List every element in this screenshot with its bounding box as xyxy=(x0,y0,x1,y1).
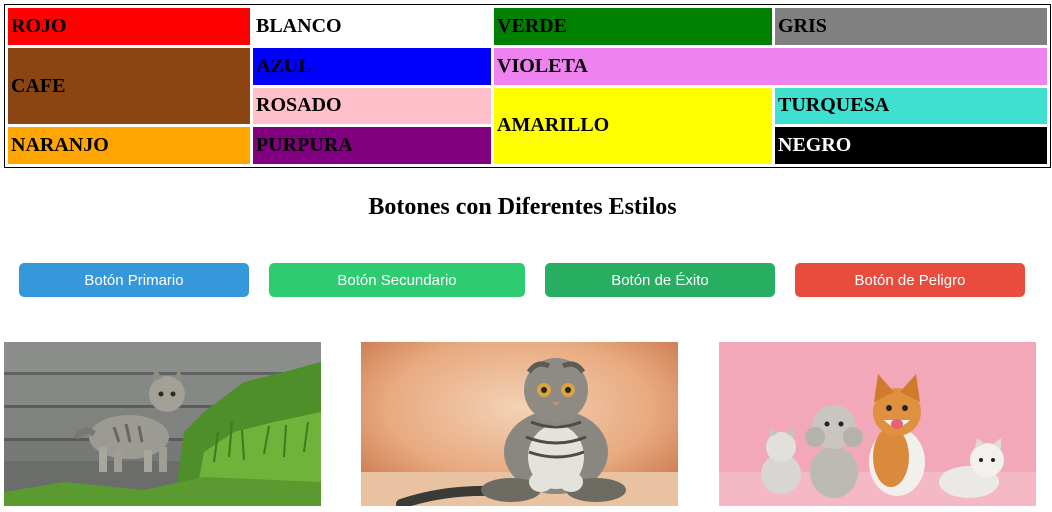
cell-amarillo: AMARILLO xyxy=(494,87,772,164)
cell-violeta: VIOLETA xyxy=(494,47,1047,85)
cell-gris: GRIS xyxy=(775,8,1047,45)
section-heading: Botones con Diferentes Estilos xyxy=(368,194,677,220)
success-button[interactable]: Botón de Éxito xyxy=(545,263,775,297)
cell-negro: NEGRO xyxy=(775,127,1047,164)
primary-button[interactable]: Botón Primario xyxy=(19,263,249,297)
cell-azul: AZUL xyxy=(253,47,491,85)
cell-naranjo: NARANJO xyxy=(8,127,250,164)
secondary-button[interactable]: Botón Secundario xyxy=(269,263,525,297)
color-table: ROJO BLANCO VERDE GRIS CAFE AZUL VIOLETA… xyxy=(4,4,1051,168)
cell-rojo: ROJO xyxy=(8,8,250,45)
cell-rosado: ROSADO xyxy=(253,87,491,125)
cell-verde: VERDE xyxy=(494,8,772,45)
cell-blanco: BLANCO xyxy=(253,8,491,45)
cats-and-dogs-photo xyxy=(719,342,1036,506)
cell-cafe: CAFE xyxy=(8,47,250,125)
cell-purpura: PURPURA xyxy=(253,127,491,164)
danger-button[interactable]: Botón de Peligro xyxy=(795,263,1025,297)
tabby-kitten-photo xyxy=(4,342,321,506)
cell-turquesa: TURQUESA xyxy=(775,87,1047,125)
scottish-fold-cat-photo xyxy=(361,342,678,506)
